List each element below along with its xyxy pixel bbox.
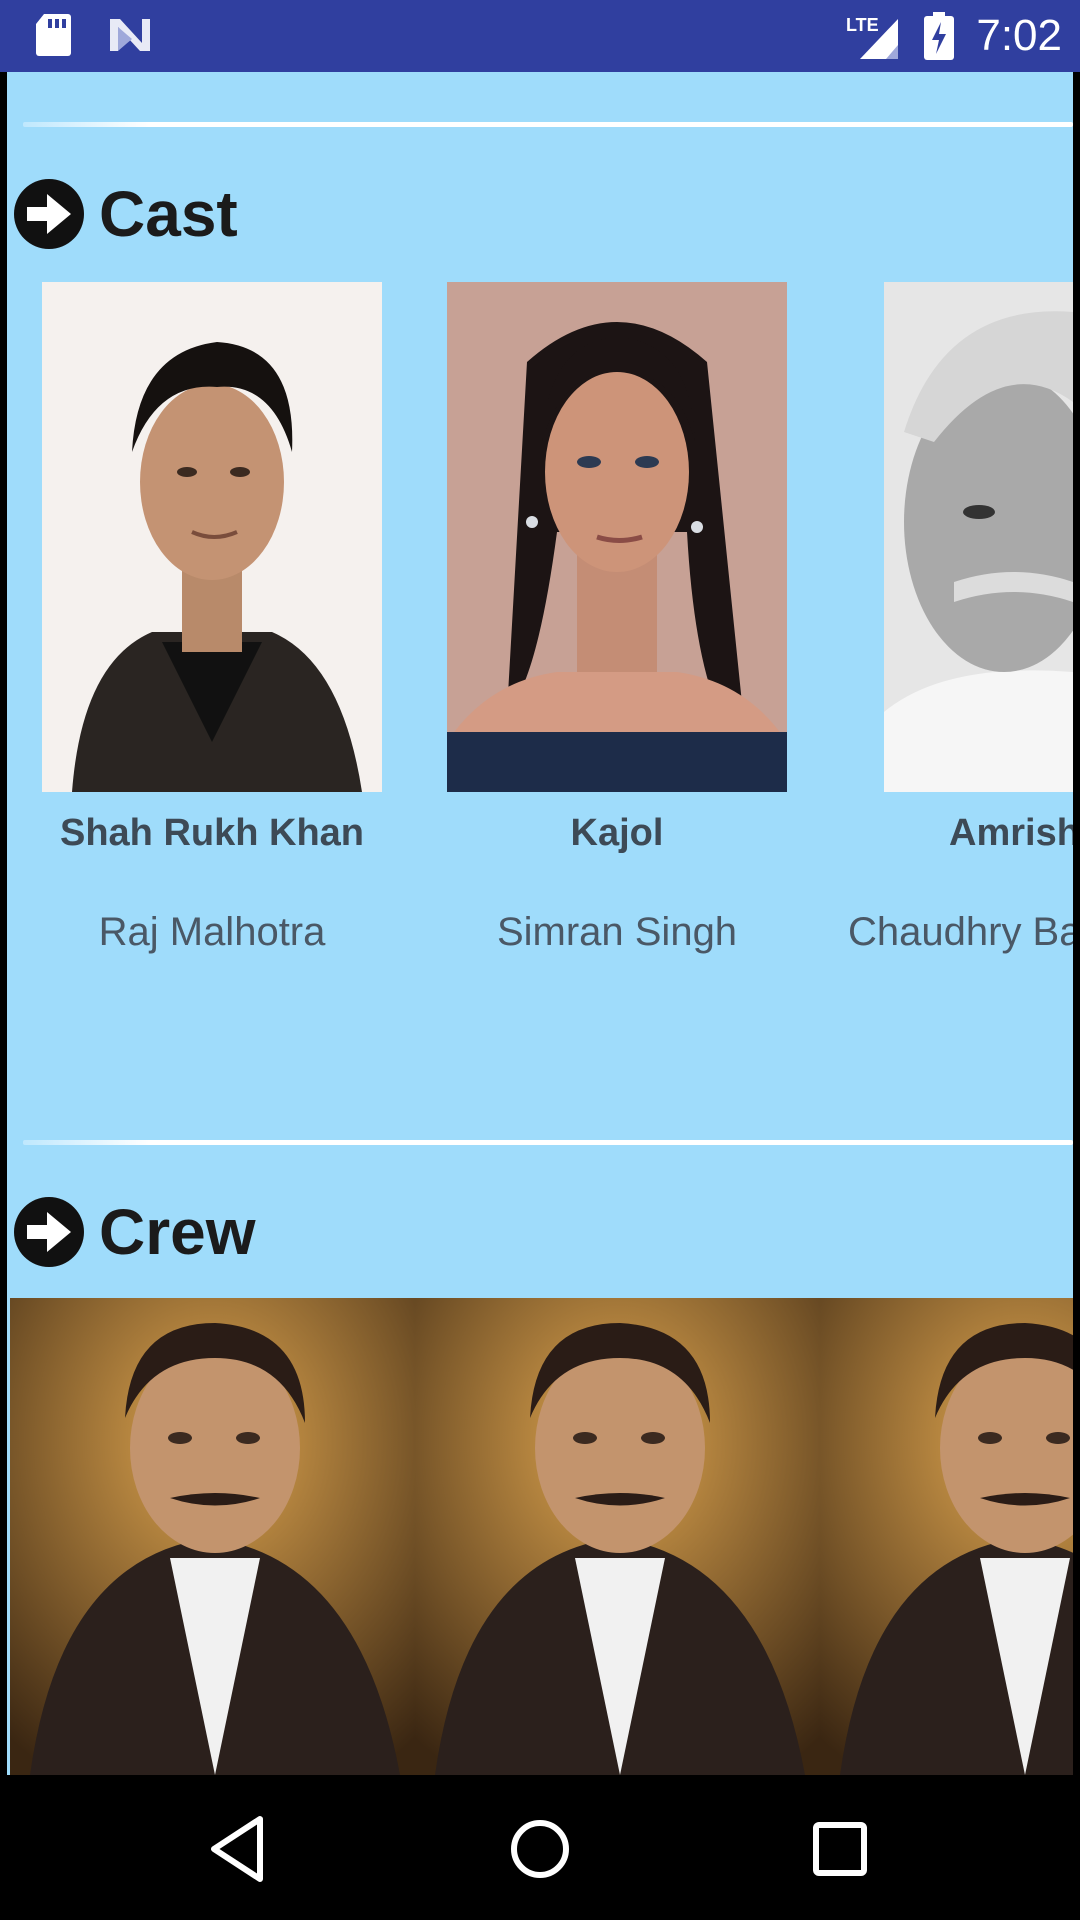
content-frame: Cast Shah Rukh Khan Raj Malhotra Kajol S… <box>0 72 1080 1775</box>
status-bar-right: LTE 7:02 <box>846 0 1062 72</box>
cast-photo[interactable] <box>884 282 1073 792</box>
cast-card[interactable]: Amrish Chaudhry Ba <box>848 282 1073 954</box>
crew-photo[interactable] <box>415 1298 820 1775</box>
crew-title: Crew <box>99 1196 256 1268</box>
cast-header: Cast <box>13 177 238 251</box>
crew-header: Crew <box>13 1195 256 1269</box>
home-icon[interactable] <box>500 1809 580 1889</box>
cast-card[interactable]: Kajol Simran Singh <box>447 282 787 954</box>
movie-details-scroll[interactable]: Cast Shah Rukh Khan Raj Malhotra Kajol S… <box>7 72 1073 1775</box>
middle-divider <box>23 1140 1073 1145</box>
cast-name: Kajol <box>570 812 664 854</box>
arrow-right-circle-icon <box>14 1197 84 1267</box>
battery-charging-icon <box>924 12 955 60</box>
cast-role: Simran Singh <box>496 910 738 954</box>
sd-card-icon <box>36 14 71 56</box>
signal-icon: LTE <box>846 15 899 59</box>
cast-role: Raj Malhotra <box>98 910 326 954</box>
recents-icon[interactable] <box>800 1809 880 1889</box>
top-divider <box>23 122 1073 127</box>
crew-photo[interactable] <box>820 1298 1073 1775</box>
cast-photo[interactable] <box>447 282 787 792</box>
cast-title: Cast <box>99 178 238 250</box>
cast-name: Shah Rukh Khan <box>59 812 365 854</box>
clock: 7:02 <box>976 11 1062 60</box>
network-label: LTE <box>846 15 879 35</box>
cast-role: Chaudhry Ba <box>848 910 1073 954</box>
status-bar-left <box>34 12 152 58</box>
cast-card[interactable]: Shah Rukh Khan Raj Malhotra <box>42 282 382 954</box>
back-icon[interactable] <box>200 1809 280 1889</box>
cast-photo[interactable] <box>42 282 382 792</box>
navigation-bar <box>0 1775 1080 1920</box>
cast-name: Amrish <box>949 812 1073 854</box>
crew-photo[interactable] <box>10 1298 415 1775</box>
status-bar: LTE 7:02 <box>0 0 1080 72</box>
arrow-right-circle-icon <box>14 179 84 249</box>
crew-list[interactable] <box>10 1298 1073 1775</box>
n-logo-icon <box>110 19 150 51</box>
